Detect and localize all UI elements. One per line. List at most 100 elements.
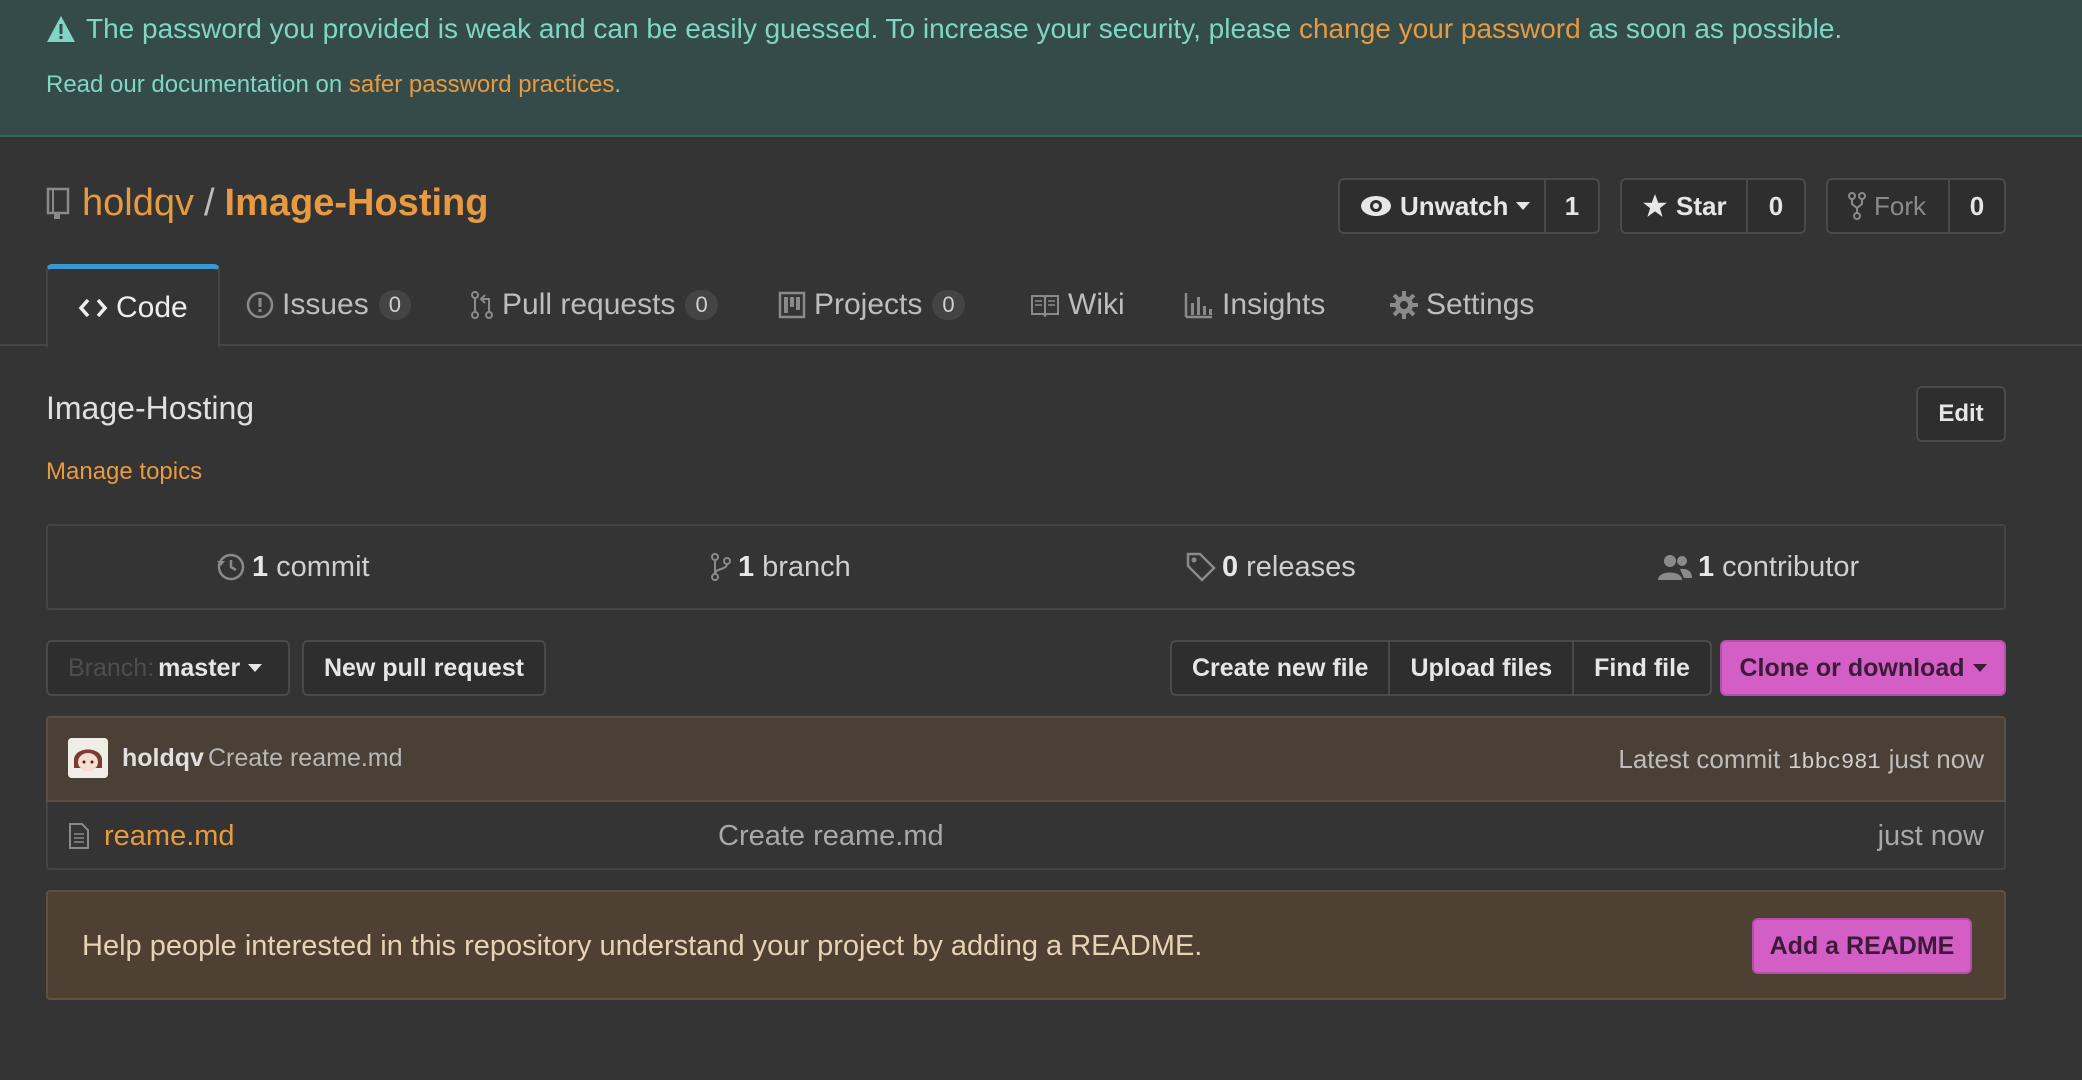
issue-icon bbox=[246, 291, 274, 319]
chevron-down-icon bbox=[1516, 202, 1531, 210]
password-warning-banner: The password you provided is weak and ca… bbox=[0, 0, 2082, 137]
branch-select-button[interactable]: Branch: master bbox=[46, 640, 290, 696]
gear-icon bbox=[1390, 291, 1418, 319]
manage-topics-link[interactable]: Manage topics bbox=[46, 458, 202, 486]
file-icon bbox=[68, 822, 90, 850]
book-icon bbox=[1030, 293, 1060, 317]
file-commit-message-link[interactable]: Create reame.md bbox=[718, 820, 944, 853]
star-icon bbox=[1642, 193, 1668, 219]
find-file-button[interactable]: Find file bbox=[1574, 642, 1710, 694]
clone-or-download-button[interactable]: Clone or download bbox=[1720, 640, 2006, 696]
releases-label: releases bbox=[1246, 550, 1356, 583]
pull-requests-counter: 0 bbox=[685, 290, 718, 320]
code-icon bbox=[78, 297, 108, 319]
branches-link[interactable]: 1 branch bbox=[710, 526, 851, 608]
branch-prefix: Branch: bbox=[68, 653, 155, 682]
chevron-down-icon bbox=[248, 664, 263, 672]
repo-title: holdqv / Image-Hosting bbox=[46, 180, 488, 226]
repo-nav-tabs: Code Issues 0 Pull requests 0 Projects 0… bbox=[0, 264, 2082, 348]
unwatch-button[interactable]: Unwatch bbox=[1340, 180, 1546, 232]
repo-description: Image-Hosting bbox=[46, 390, 255, 426]
watch-group: Unwatch 1 bbox=[1338, 178, 1600, 234]
star-button[interactable]: Star bbox=[1622, 180, 1748, 232]
create-new-file-button[interactable]: Create new file bbox=[1172, 642, 1391, 694]
tab-projects-label: Projects bbox=[814, 288, 923, 321]
fork-icon bbox=[1848, 192, 1866, 220]
commits-label: commit bbox=[276, 550, 370, 583]
avatar[interactable] bbox=[68, 738, 108, 778]
star-label: Star bbox=[1676, 190, 1727, 221]
repo-owner-link[interactable]: holdqv bbox=[82, 180, 194, 226]
commit-author-link[interactable]: holdqv bbox=[122, 744, 204, 773]
branch-icon bbox=[710, 552, 732, 582]
releases-count: 0 bbox=[1222, 550, 1239, 583]
history-icon bbox=[216, 552, 246, 582]
tab-issues-label: Issues bbox=[282, 288, 369, 321]
stargazers-count[interactable]: 0 bbox=[1748, 180, 1804, 232]
tab-code-label: Code bbox=[116, 290, 188, 324]
alert-icon bbox=[46, 15, 76, 43]
tab-pull-requests[interactable]: Pull requests 0 bbox=[470, 264, 718, 346]
fork-button[interactable]: Fork bbox=[1828, 180, 1950, 232]
latest-commit-bar: holdqv Create reame.md Latest commit 1bb… bbox=[46, 716, 2006, 802]
branches-count: 1 bbox=[738, 550, 755, 583]
readme-prompt-text: Help people interested in this repositor… bbox=[82, 930, 1203, 962]
contributors-count: 1 bbox=[1698, 550, 1715, 583]
commit-age: just now bbox=[1888, 744, 1984, 774]
tab-insights[interactable]: Insights bbox=[1184, 264, 1325, 346]
commit-message-link[interactable]: Create reame.md bbox=[208, 744, 403, 773]
upload-files-button[interactable]: Upload files bbox=[1390, 642, 1575, 694]
forks-count[interactable]: 0 bbox=[1950, 180, 2004, 232]
contributors-link[interactable]: 1 contributor bbox=[1658, 526, 1859, 608]
readme-prompt: Help people interested in this repositor… bbox=[46, 890, 2006, 1000]
people-icon bbox=[1658, 554, 1692, 580]
fork-group: Fork 0 bbox=[1826, 178, 2006, 234]
tab-wiki-label: Wiki bbox=[1068, 288, 1125, 321]
warning-text-end: as soon as possible. bbox=[1588, 13, 1843, 44]
chevron-down-icon bbox=[1972, 664, 1987, 672]
tab-wiki[interactable]: Wiki bbox=[1030, 264, 1125, 346]
repo-summary: 1 commit 1 branch 0 releases 1 contribut… bbox=[46, 524, 2006, 610]
clone-label: Clone or download bbox=[1739, 653, 1965, 682]
change-password-link[interactable]: change your password bbox=[1299, 12, 1581, 46]
repo-separator: / bbox=[203, 182, 215, 224]
projects-counter: 0 bbox=[932, 290, 965, 320]
add-readme-button[interactable]: Add a README bbox=[1752, 918, 1972, 974]
project-icon bbox=[778, 291, 806, 319]
docs-text-end: . bbox=[614, 71, 621, 98]
tab-settings[interactable]: Settings bbox=[1390, 264, 1534, 346]
file-actions-group: Create new file Upload files Find file bbox=[1170, 640, 1712, 696]
warning-text: The password you provided is weak and ca… bbox=[86, 13, 1292, 44]
branches-label: branch bbox=[762, 550, 851, 583]
tab-pull-requests-label: Pull requests bbox=[502, 288, 676, 321]
file-age: just now bbox=[1877, 820, 1984, 852]
commits-count: 1 bbox=[252, 550, 269, 583]
docs-text: Read our documentation on bbox=[46, 71, 349, 98]
commits-link[interactable]: 1 commit bbox=[216, 526, 370, 608]
tab-code[interactable]: Code bbox=[46, 264, 220, 348]
warning-message: The password you provided is weak and ca… bbox=[46, 12, 1842, 46]
pull-request-icon bbox=[470, 290, 494, 320]
file-name-link[interactable]: reame.md bbox=[104, 820, 235, 853]
tab-insights-label: Insights bbox=[1222, 288, 1326, 321]
graph-icon bbox=[1184, 291, 1214, 319]
repo-name-link[interactable]: Image-Hosting bbox=[225, 180, 489, 226]
safer-password-link[interactable]: safer password practices bbox=[349, 71, 614, 98]
star-group: Star 0 bbox=[1620, 178, 1806, 234]
fork-label: Fork bbox=[1874, 190, 1926, 221]
edit-button[interactable]: Edit bbox=[1916, 386, 2006, 442]
releases-link[interactable]: 0 releases bbox=[1186, 526, 1356, 608]
commit-sha-link[interactable]: 1bbc981 bbox=[1788, 750, 1880, 775]
tab-settings-label: Settings bbox=[1426, 288, 1535, 321]
tab-issues[interactable]: Issues 0 bbox=[246, 264, 411, 346]
issues-counter: 0 bbox=[378, 290, 411, 320]
table-row: reame.md Create reame.md just now bbox=[46, 802, 2006, 870]
tag-icon bbox=[1186, 552, 1216, 582]
watchers-count[interactable]: 1 bbox=[1546, 180, 1598, 232]
tab-projects[interactable]: Projects 0 bbox=[778, 264, 965, 346]
latest-commit-info: Latest commit 1bbc981 just now bbox=[1618, 744, 1984, 775]
contributors-label: contributor bbox=[1722, 550, 1860, 583]
docs-message: Read our documentation on safer password… bbox=[46, 70, 621, 100]
unwatch-label: Unwatch bbox=[1400, 190, 1509, 221]
new-pull-request-button[interactable]: New pull request bbox=[302, 640, 546, 696]
